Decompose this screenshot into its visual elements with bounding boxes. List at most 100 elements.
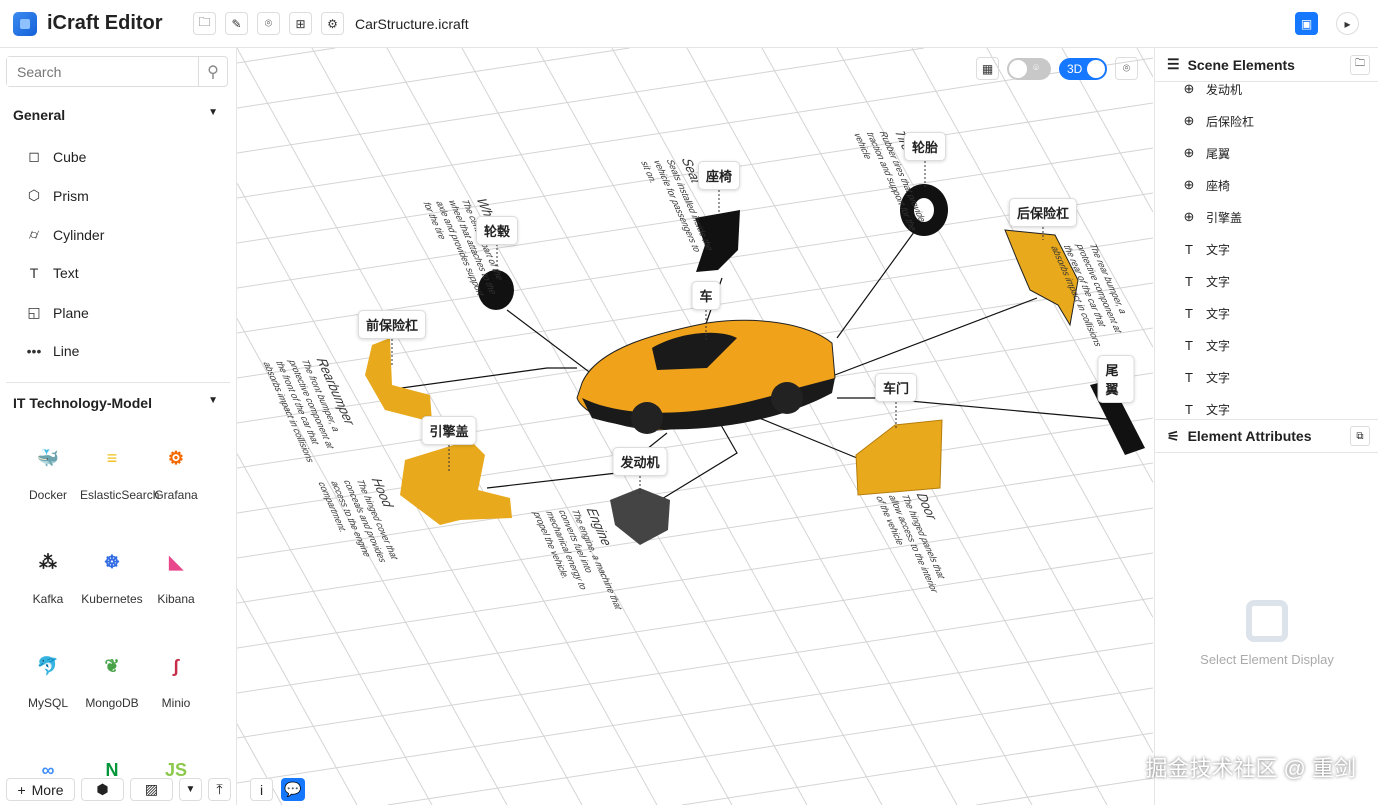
scene-element[interactable]: T 文字 [1155,361,1378,393]
tech-item[interactable]: ∫Minio [144,646,208,713]
chat-button[interactable]: 💬 [281,778,305,801]
prism-icon: ⬡ [25,187,43,204]
tech-item[interactable]: ☸Kubernetes [80,542,144,609]
upload-button[interactable]: ⤒ [208,778,231,801]
cube-icon: ◻ [25,148,43,165]
scene-element[interactable]: T文字 [1155,393,1378,419]
scene-element[interactable]: T文字 [1155,233,1378,265]
3d-label: 3D [1067,62,1082,76]
tech-logo-icon: ≡ [92,438,132,478]
screenshot-canvas-button[interactable]: ⌾ [1115,57,1138,80]
general-item-prism[interactable]: ⬡Prism [25,187,89,204]
plus-icon: + [17,782,25,798]
tech-logo-icon: 🐳 [28,438,68,478]
tag-spoiler[interactable]: 尾翼 [1098,355,1135,403]
tech-logo-icon: ⚙ [156,438,196,478]
grid-toggle-button[interactable]: ▦ [976,57,999,80]
screenshot-button[interactable]: ⌾ [257,12,280,35]
tech-label: EslasticSearch [80,486,144,505]
general-item-cube[interactable]: ◻Cube [25,148,86,165]
tech-label: Kafka [16,590,80,609]
tag-tire[interactable]: 轮胎 [904,132,946,161]
car-wheel [771,382,803,414]
tech-item[interactable]: ❦MongoDB [80,646,144,713]
element-label: 文字 [1206,241,1230,258]
add-folder-button[interactable]: 🗀 [1350,55,1370,75]
3d-toggle[interactable]: 3D [1059,58,1107,80]
scene-element[interactable]: T文字 [1155,329,1378,361]
tech-item[interactable]: ⚙Grafana [144,438,208,505]
open-folder-button[interactable]: 🗀 [193,12,216,35]
import-button[interactable]: ⊞ [289,12,312,35]
image-button[interactable]: ▨ [130,778,173,801]
caret-down-icon: ▼ [208,395,218,411]
brush-button[interactable]: ✎ [225,12,248,35]
scene-element[interactable]: ⊕后保险杠 [1155,105,1378,137]
empty-logo-icon [1246,600,1288,642]
front-bumper-model [365,338,432,422]
info-button[interactable]: i [250,778,273,801]
search-input[interactable] [7,57,198,86]
panel-title: Scene Elements [1188,57,1295,73]
caret-down-icon: ▼ [186,784,196,795]
general-item-line[interactable]: •••Line [25,343,79,359]
item-label: Line [53,343,79,359]
scene-element[interactable]: T文字 [1155,265,1378,297]
cylinder-icon: ⌭ [25,226,43,243]
tag-seat[interactable]: 座椅 [698,161,740,190]
dropdown-button[interactable]: ▼ [179,778,202,801]
tech-item[interactable]: ⁂ Kafka [16,542,80,609]
text-icon: T [1182,370,1196,385]
globe-icon: ⊕ [1182,209,1196,225]
element-label: 文字 [1206,369,1230,386]
tech-logo-icon: ⁂ [28,542,68,582]
door-model [856,420,942,495]
3d-canvas[interactable]: WheThe central part of the wheel that at… [237,48,1153,805]
tag-hub[interactable]: 轮毂 [476,216,518,245]
plane-icon: ◱ [25,304,43,321]
tag-hood[interactable]: 引擎盖 [421,416,476,445]
globe-icon: ⊕ [1182,81,1196,97]
model-button[interactable]: ⬢ [81,778,124,801]
play-button[interactable]: ▸ [1336,12,1359,35]
settings-button[interactable]: ⚙ [321,12,344,35]
scene-element[interactable]: ⊕ 引擎盖 [1155,201,1378,233]
save-button[interactable]: ▣ [1295,12,1318,35]
scene-element[interactable]: ⊕座椅 [1155,169,1378,201]
tag-rear-bumper[interactable]: 后保险杠 [1009,198,1077,227]
general-item-plane[interactable]: ◱Plane [25,304,89,321]
tag-door[interactable]: 车门 [875,373,917,402]
left-sidebar: ⚲ General▼ ◻Cube ⬡Prism ⌭Cylinder TText ◱Pla… [0,48,237,805]
section-it-technology[interactable]: IT Technology-Model▼ [13,395,218,411]
tech-logo-icon: ☸ [92,542,132,582]
element-label: 文字 [1206,305,1230,322]
tech-item[interactable]: ◣Kibana [144,542,208,609]
element-label: 引擎盖 [1206,209,1242,226]
camera-toggle[interactable]: ⌾ [1007,58,1051,80]
element-label: 文字 [1206,401,1230,418]
general-item-cylinder[interactable]: ⌭Cylinder [25,226,104,243]
empty-state: Select Element Display [1155,600,1378,667]
app-title: iCraft Editor [47,12,193,35]
section-general[interactable]: General▼ [13,107,218,123]
tech-item[interactable]: ≡ EslasticSearch [80,438,144,505]
element-attributes-header: ⚟Element Attributes⧉ [1155,419,1378,453]
image-icon: ▨ [145,781,158,798]
scene-element[interactable]: T文字 [1155,297,1378,329]
tag-car[interactable]: 车 [691,281,720,310]
upload-icon: ⤒ [216,781,222,798]
general-item-text[interactable]: TText [25,265,79,281]
tag-front-bumper[interactable]: 前保险杠 [358,310,426,339]
tech-logo-icon: 🐬 [28,646,68,686]
tech-item[interactable]: 🐳Docker [16,438,80,505]
scene-element[interactable]: ⊕尾翼 [1155,137,1378,169]
camera-icon: ⌾ [1033,63,1039,74]
more-button[interactable]: +More [6,778,75,801]
copy-button[interactable]: ⧉ [1350,426,1370,446]
text-icon: T [1182,338,1196,353]
search-icon[interactable]: ⚲ [198,57,227,86]
text-icon: T [1182,274,1196,289]
tag-engine[interactable]: 发动机 [612,447,667,476]
tech-item[interactable]: 🐬MySQL [16,646,80,713]
app-logo [13,12,37,36]
